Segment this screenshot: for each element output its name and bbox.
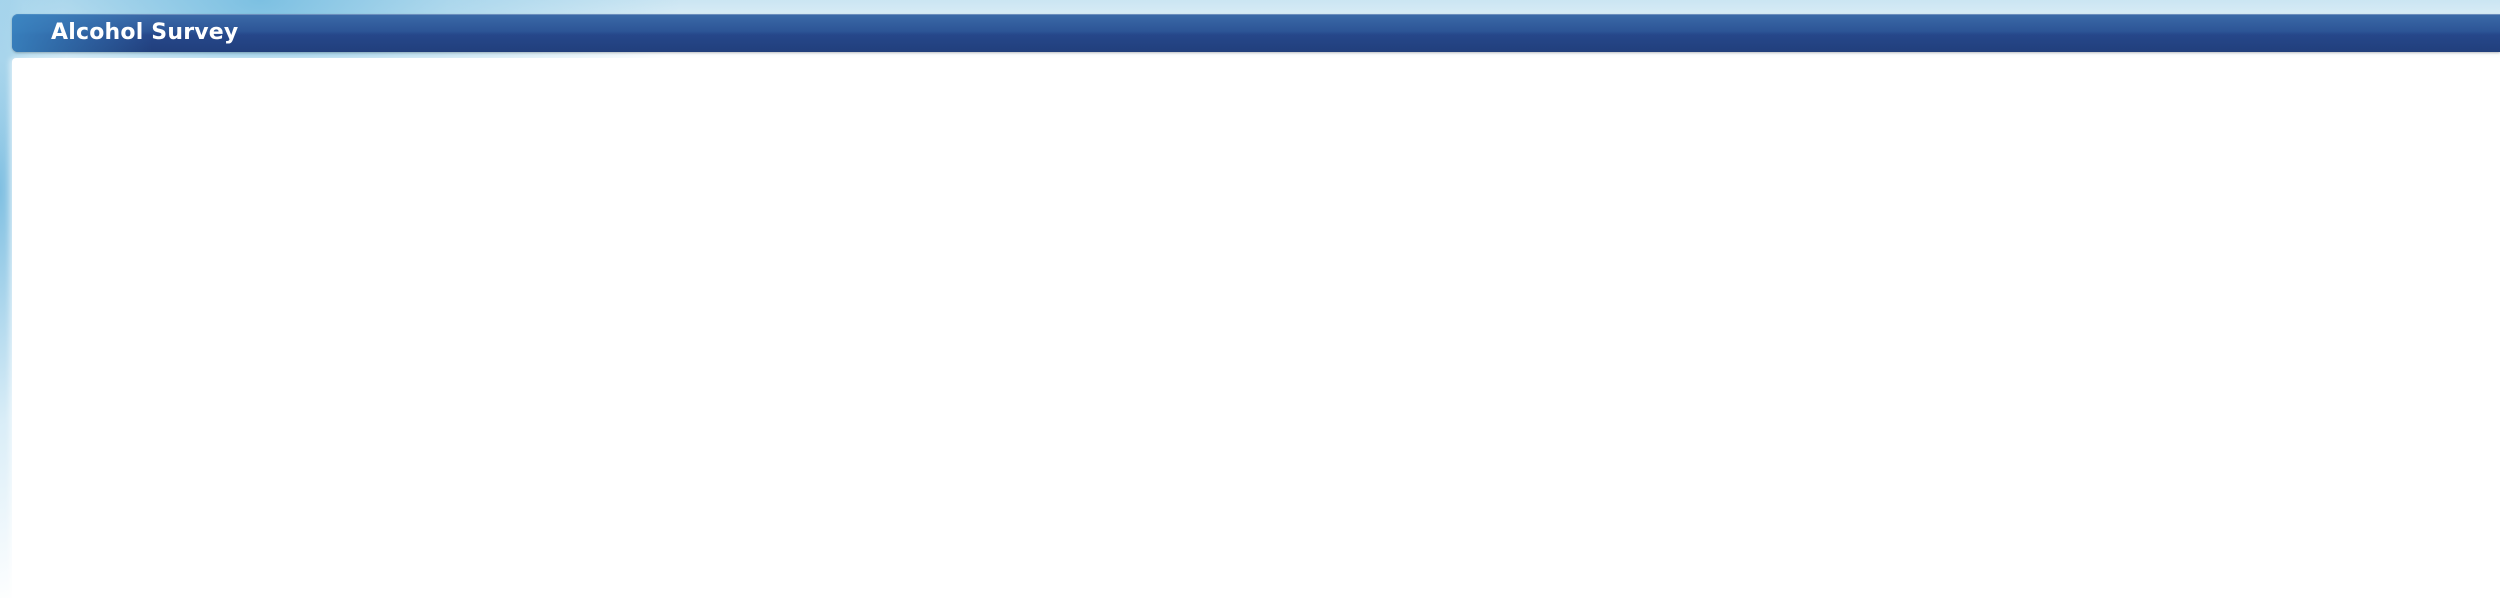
app-window: Alcohol Survey <box>0 0 2500 598</box>
title-bar[interactable]: Alcohol Survey <box>12 14 2500 52</box>
content-area <box>12 58 2500 598</box>
survey-window: Alcohol Survey <box>12 14 2500 598</box>
window-title: Alcohol Survey <box>51 20 239 45</box>
